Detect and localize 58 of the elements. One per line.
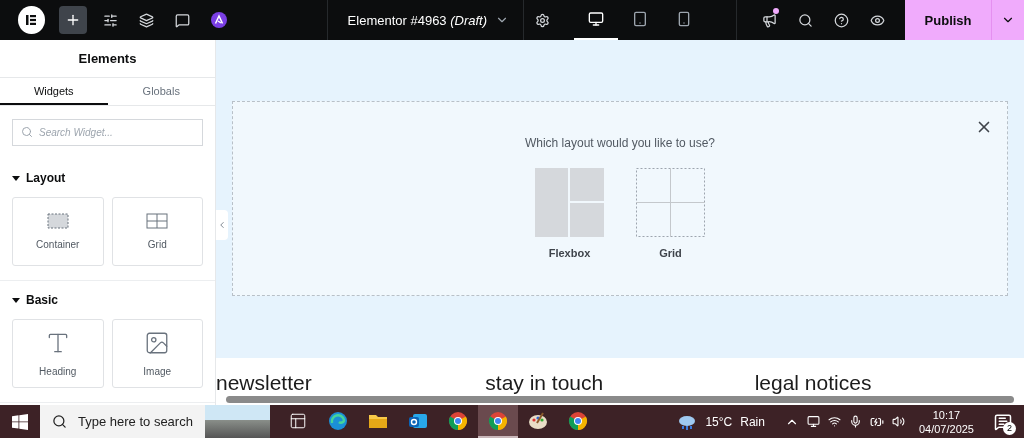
widget-card[interactable]: Image — [111, 319, 203, 388]
logo-icon — [24, 13, 39, 27]
footer-heading: stay in touch — [485, 372, 605, 393]
weather-text: Rain — [740, 414, 765, 429]
windows-logo-icon — [12, 413, 28, 430]
tablet-icon — [632, 11, 649, 27]
widget-card[interactable]: Grid — [111, 197, 203, 266]
search-icon — [797, 12, 813, 28]
chrome-icon — [448, 410, 468, 431]
palette-icon — [528, 410, 548, 431]
task-view-icon — [289, 411, 307, 430]
scrollbar[interactable] — [226, 396, 1014, 403]
panel-tab[interactable]: Globals — [107, 78, 215, 105]
add-button[interactable] — [58, 6, 87, 34]
layout-option[interactable]: Grid — [636, 168, 705, 259]
collapse-panel-handle[interactable] — [216, 210, 228, 240]
help-icon — [833, 12, 849, 28]
microphone-icon[interactable] — [848, 415, 862, 428]
widget-card[interactable]: Heading — [12, 319, 104, 388]
settings-icon — [534, 12, 550, 28]
clock-button[interactable]: 10:17 04/07/2025 — [912, 408, 980, 435]
layout-question: Which layout would you like to use? — [524, 136, 716, 150]
grid-icon — [146, 213, 169, 229]
addon-logo-icon — [210, 12, 227, 28]
panel-title: Elements — [0, 40, 215, 78]
layers-icon — [139, 12, 155, 28]
widget-card[interactable]: Container — [12, 197, 104, 266]
notification-count: 2 — [1003, 421, 1016, 435]
panel-tab[interactable]: Widgets — [0, 78, 108, 105]
category-header[interactable]: Basic — [0, 281, 71, 319]
layout-option[interactable]: Flexbox — [535, 168, 604, 259]
chrome-icon — [488, 410, 508, 431]
search-field[interactable]: Search Widget... — [12, 119, 203, 146]
volume-icon[interactable] — [891, 415, 905, 428]
mail-app-icon — [408, 411, 428, 430]
footer-heading: legal notices — [754, 372, 873, 393]
search-icon — [52, 414, 67, 429]
chrome-icon — [568, 410, 588, 431]
folder-icon — [368, 412, 388, 429]
megaphone-icon — [761, 12, 777, 28]
logo-button[interactable] — [18, 6, 45, 34]
container-icon — [46, 213, 69, 229]
category-header[interactable]: Layout — [0, 159, 78, 197]
edge-icon — [328, 410, 348, 431]
eye-icon — [869, 12, 885, 28]
chevron-left-icon — [217, 220, 227, 230]
taskbar-search-field[interactable]: Type here to search — [40, 405, 205, 438]
grid-layout-drawing — [636, 168, 705, 237]
flexbox-layout-drawing — [535, 168, 604, 237]
comment-icon — [175, 12, 191, 28]
desktop-icon — [588, 11, 605, 27]
notifications-button[interactable]: 2 — [988, 406, 1018, 437]
search-icon — [21, 126, 33, 138]
wifi-icon[interactable] — [827, 415, 841, 428]
temperature-text: 15°C — [705, 414, 733, 429]
sliders-icon — [103, 12, 119, 28]
footer-heading: newsletter — [216, 372, 313, 393]
publish-button[interactable]: Publish — [905, 0, 992, 40]
